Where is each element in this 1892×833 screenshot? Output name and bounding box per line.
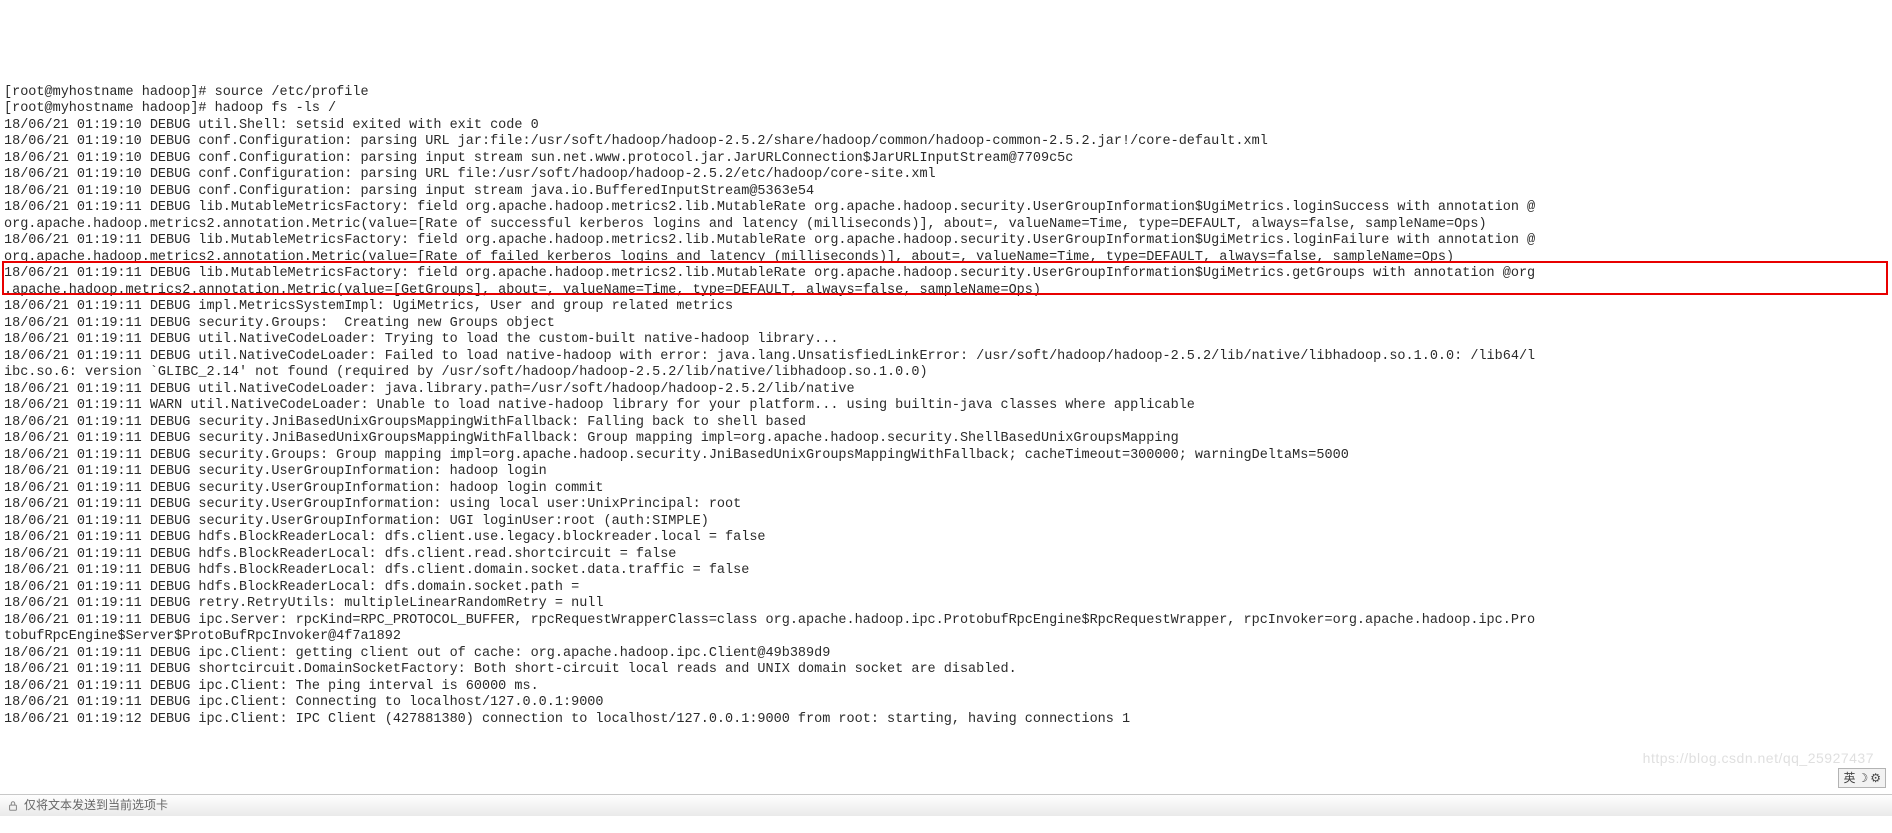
terminal-line: 18/06/21 01:19:11 DEBUG security.UserGro… (4, 514, 1888, 531)
ime-moon-icon[interactable]: ☽ (1857, 771, 1868, 785)
terminal-line: 18/06/21 01:19:11 DEBUG security.UserGro… (4, 481, 1888, 498)
terminal-line: 18/06/21 01:19:11 DEBUG security.JniBase… (4, 431, 1888, 448)
terminal-line: 18/06/21 01:19:11 DEBUG lib.MutableMetri… (4, 233, 1888, 250)
ime-tray[interactable]: 英 ☽ ⚙ (1838, 768, 1886, 788)
terminal-line: 18/06/21 01:19:11 DEBUG security.UserGro… (4, 497, 1888, 514)
terminal-line: 18/06/21 01:19:10 DEBUG conf.Configurati… (4, 134, 1888, 151)
terminal-line: 18/06/21 01:19:11 DEBUG impl.MetricsSyst… (4, 299, 1888, 316)
status-bar-text: 仅将文本发送到当前选项卡 (24, 797, 168, 814)
status-bar: 仅将文本发送到当前选项卡 (0, 794, 1892, 816)
terminal-line: ibc.so.6: version `GLIBC_2.14' not found… (4, 365, 1888, 382)
terminal-line: 18/06/21 01:19:11 DEBUG retry.RetryUtils… (4, 596, 1888, 613)
lock-icon (6, 799, 20, 813)
terminal-line: 18/06/21 01:19:10 DEBUG util.Shell: sets… (4, 118, 1888, 135)
terminal-output[interactable]: [root@myhostname hadoop]# source /etc/pr… (0, 83, 1892, 729)
terminal-line: 18/06/21 01:19:11 DEBUG util.NativeCodeL… (4, 349, 1888, 366)
terminal-line: 18/06/21 01:19:11 DEBUG lib.MutableMetri… (4, 200, 1888, 217)
terminal-line: 18/06/21 01:19:10 DEBUG conf.Configurati… (4, 167, 1888, 184)
terminal-line: org.apache.hadoop.metrics2.annotation.Me… (4, 250, 1888, 267)
terminal-line: 18/06/21 01:19:12 DEBUG ipc.Client: IPC … (4, 712, 1888, 729)
terminal-line: 18/06/21 01:19:11 DEBUG security.Groups:… (4, 316, 1888, 333)
terminal-line: 18/06/21 01:19:11 DEBUG hdfs.BlockReader… (4, 563, 1888, 580)
watermark-text: https://blog.csdn.net/qq_25927437 (1643, 750, 1874, 767)
terminal-line: 18/06/21 01:19:11 DEBUG hdfs.BlockReader… (4, 547, 1888, 564)
terminal-line: 18/06/21 01:19:11 DEBUG ipc.Client: gett… (4, 646, 1888, 663)
terminal-line: org.apache.hadoop.metrics2.annotation.Me… (4, 217, 1888, 234)
terminal-line: 18/06/21 01:19:11 DEBUG hdfs.BlockReader… (4, 530, 1888, 547)
terminal-line: [root@myhostname hadoop]# hadoop fs -ls … (4, 101, 1888, 118)
terminal-line: 18/06/21 01:19:10 DEBUG conf.Configurati… (4, 151, 1888, 168)
terminal-line: 18/06/21 01:19:11 DEBUG ipc.Client: The … (4, 679, 1888, 696)
ime-settings-icon[interactable]: ⚙ (1870, 771, 1881, 785)
terminal-line: 18/06/21 01:19:11 DEBUG util.NativeCodeL… (4, 382, 1888, 399)
terminal-line: 18/06/21 01:19:11 DEBUG security.UserGro… (4, 464, 1888, 481)
terminal-line: 18/06/21 01:19:11 DEBUG security.Groups:… (4, 448, 1888, 465)
ime-language-indicator[interactable]: 英 (1843, 771, 1855, 785)
terminal-line: .apache.hadoop.metrics2.annotation.Metri… (4, 283, 1888, 300)
terminal-line: 18/06/21 01:19:11 DEBUG util.NativeCodeL… (4, 332, 1888, 349)
terminal-line: 18/06/21 01:19:10 DEBUG conf.Configurati… (4, 184, 1888, 201)
terminal-line: 18/06/21 01:19:11 WARN util.NativeCodeLo… (4, 398, 1888, 415)
terminal-line: 18/06/21 01:19:11 DEBUG hdfs.BlockReader… (4, 580, 1888, 597)
terminal-line: tobufRpcEngine$Server$ProtoBufRpcInvoker… (4, 629, 1888, 646)
terminal-line: 18/06/21 01:19:11 DEBUG ipc.Client: Conn… (4, 695, 1888, 712)
terminal-line: 18/06/21 01:19:11 DEBUG security.JniBase… (4, 415, 1888, 432)
terminal-line: 18/06/21 01:19:11 DEBUG lib.MutableMetri… (4, 266, 1888, 283)
terminal-line: 18/06/21 01:19:11 DEBUG shortcircuit.Dom… (4, 662, 1888, 679)
terminal-line: [root@myhostname hadoop]# source /etc/pr… (4, 85, 1888, 102)
terminal-line: 18/06/21 01:19:11 DEBUG ipc.Server: rpcK… (4, 613, 1888, 630)
